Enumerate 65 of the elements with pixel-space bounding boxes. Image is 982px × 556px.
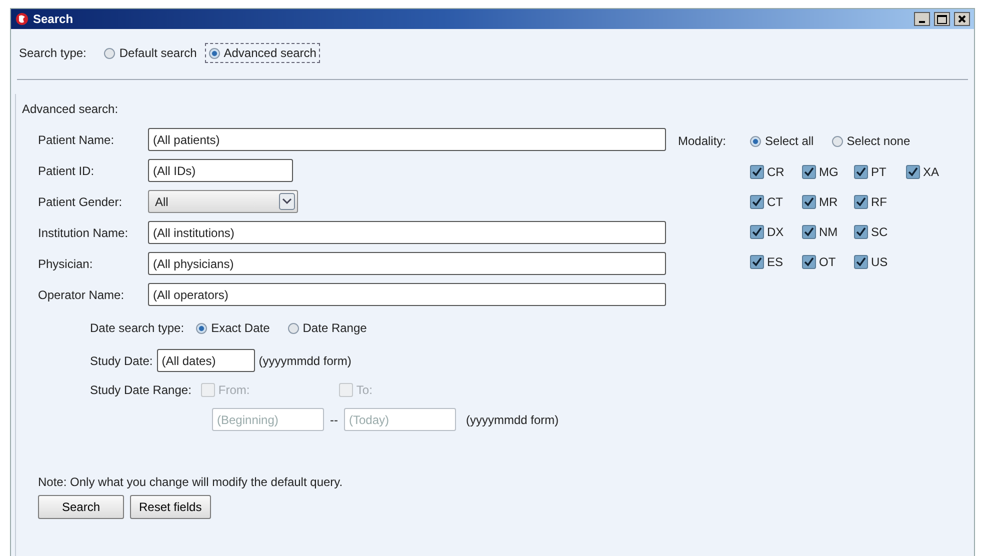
checkmark-icon [804,257,814,267]
modality-checkbox[interactable]: SC [854,225,906,239]
radio-button[interactable]: Advanced search [204,43,320,63]
checkmark-icon [908,167,918,177]
checkmark-icon [856,227,866,237]
text-field[interactable]: (All institutions) [148,221,666,244]
close-icon [958,15,966,23]
radio-button[interactable]: Exact Date [192,318,274,338]
modality-checkbox[interactable]: ES [750,255,802,269]
note-text: Note: Only what you change will modify the default query. [38,475,344,489]
checkmark-icon [804,197,814,207]
checkmark-icon [856,167,866,177]
study-date-field[interactable]: (All dates) [156,349,255,372]
reset-button[interactable]: Reset fields [130,495,211,519]
checkmark-icon [752,197,762,207]
window-title: Search [33,12,74,26]
caret-icon [279,193,295,210]
checkmark-icon [804,167,814,177]
search-type-label: Search type: [19,46,86,60]
modality-checkbox[interactable]: DX [750,225,802,239]
format-hint: (yyyymmdd form) [258,354,352,368]
modality-checkbox[interactable]: US [854,255,906,269]
app-icon [15,12,29,26]
checkmark-icon [752,167,762,177]
checkmark-icon [752,227,762,237]
section-heading: Advanced search: [22,102,120,116]
range-separator: -- [330,412,338,426]
text-field[interactable]: (All operators) [148,283,666,306]
checkmark-icon [856,197,866,207]
maximize-button[interactable] [934,12,950,26]
modality-checkbox[interactable]: CT [750,195,802,209]
date-search-type-label: Date search type: [90,321,184,335]
modality-checkbox[interactable]: NM [802,225,854,239]
text-field[interactable]: (All patients) [148,128,666,151]
modality-checkbox[interactable]: MG [802,165,854,179]
radio-button[interactable]: Select none [828,131,914,151]
format-hint: (yyyymmdd form) [466,412,559,426]
checkmark-icon [752,257,762,267]
checkmark-icon [856,257,866,267]
modality-checkbox[interactable]: XA [906,165,958,179]
field-label: Patient Gender: [38,194,124,208]
field-label: Physician: [38,256,94,270]
search-button[interactable]: Search [38,495,124,519]
text-field[interactable]: (All physicians) [148,252,666,275]
radio-button[interactable]: Date Range [284,318,371,338]
dropdown[interactable]: All [148,190,298,213]
modality-checkbox[interactable]: PT [854,165,906,179]
maximize-icon [937,14,947,24]
radio-button[interactable]: Select all [746,131,818,151]
modality-checkbox[interactable]: CR [750,165,802,179]
field-label: Institution Name: [38,226,130,240]
field-label: Patient ID: [38,164,96,178]
modality-checkbox[interactable]: OT [802,255,854,269]
checkmark-icon [804,227,814,237]
field-label: Patient Name: [38,132,116,146]
minimize-button[interactable] [914,12,930,26]
date-range-label: Study Date Range: [90,383,192,397]
study-date-label: Study Date: [90,354,153,368]
modality-checkbox[interactable]: RF [854,195,906,209]
close-button[interactable] [954,12,970,26]
text-field[interactable]: (All IDs) [148,159,293,182]
field-label: Operator Name: [38,288,126,302]
modality-checkbox[interactable]: MR [802,195,854,209]
modality-label: Modality: [678,134,726,148]
radio-button[interactable]: Default search [100,43,201,63]
